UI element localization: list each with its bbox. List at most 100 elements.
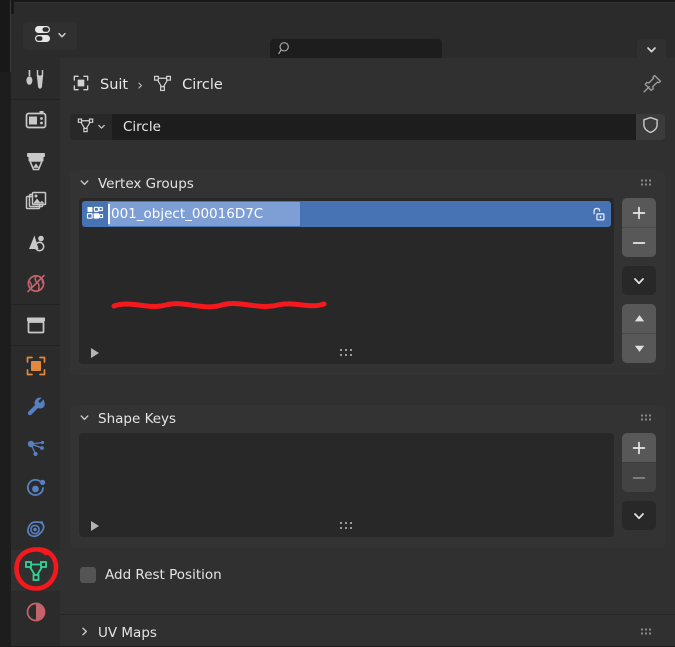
chevron-down-icon — [79, 177, 90, 192]
panel-header-shape-keys[interactable]: Shape Keys — [70, 405, 665, 433]
panel-vertex-groups: Vertex Groups 001_object_00016D7C — [70, 170, 665, 375]
search-input[interactable] — [299, 43, 429, 58]
shape-keys-side-buttons — [622, 433, 656, 537]
breadcrumb-label-mesh-data: Circle — [182, 77, 223, 93]
add-rest-position-checkbox[interactable]: Add Rest Position — [80, 567, 222, 583]
images-icon — [24, 190, 48, 214]
grip-dots-icon[interactable] — [339, 522, 354, 531]
id-datablock-row: Circle — [70, 114, 665, 140]
vertex-group-specials-button[interactable] — [622, 266, 656, 295]
scene-cone-icon — [24, 231, 48, 255]
sidebar-item-object-data[interactable] — [11, 547, 60, 591]
triangle-down-icon — [634, 345, 644, 352]
panel-title-uv-maps: UV Maps — [98, 625, 157, 641]
pin-icon — [642, 73, 663, 98]
grip-dots-icon — [641, 179, 653, 189]
shape-keys-list-area — [70, 433, 665, 548]
sidebar-item-collection[interactable] — [11, 304, 60, 345]
triangle-up-icon — [634, 315, 644, 322]
editor-type-selector[interactable] — [23, 22, 77, 50]
panel-header-uv-maps[interactable]: UV Maps — [70, 619, 665, 647]
object-square-icon — [71, 73, 91, 97]
sidebar-item-tool[interactable] — [11, 58, 60, 99]
sidebar-item-object[interactable] — [11, 345, 60, 386]
properties-tab-column — [11, 58, 60, 646]
top-editor-strip — [0, 0, 675, 15]
mesh-name-value: Circle — [123, 119, 161, 135]
camera-back-icon — [24, 108, 48, 132]
chevron-down-icon — [634, 277, 644, 284]
vertex-group-name: 001_object_00016D7C — [111, 206, 264, 222]
panel-header-vertex-groups[interactable]: Vertex Groups — [70, 170, 665, 198]
add-vertex-group-button[interactable] — [622, 198, 656, 227]
particles-icon — [24, 436, 48, 460]
minus-icon — [632, 476, 646, 479]
tool-icon — [24, 67, 48, 91]
grip-dots-icon[interactable] — [339, 349, 354, 358]
shape-key-specials-button[interactable] — [622, 501, 656, 530]
browse-mesh-data-button[interactable] — [70, 114, 113, 140]
add-shape-key-button[interactable] — [622, 433, 656, 462]
vertex-groups-list[interactable]: 001_object_00016D7C — [79, 198, 614, 364]
checkbox-label: Add Rest Position — [105, 567, 222, 583]
button-gap — [622, 295, 656, 304]
box-icon — [24, 313, 48, 337]
sidebar-item-world[interactable] — [11, 263, 60, 304]
vertex-group-lock-toggle[interactable] — [583, 206, 611, 223]
move-vertex-group-up-button[interactable] — [622, 304, 656, 333]
sidebar-item-constraints[interactable] — [11, 509, 60, 550]
checkbox-box — [80, 567, 96, 583]
button-gap — [622, 492, 656, 501]
sidebar-item-particles[interactable] — [11, 427, 60, 468]
chevron-right-icon — [79, 626, 90, 641]
sidebar-item-physics[interactable] — [11, 468, 60, 509]
shape-keys-list-footer — [79, 515, 614, 537]
properties-editor-icon — [34, 24, 56, 48]
breadcrumb-item-object[interactable]: Suit — [71, 73, 128, 97]
breadcrumb-item-mesh-data[interactable]: Circle — [152, 73, 223, 98]
properties-body: Suit › Circle Circle Vertex Groups 001_o… — [60, 58, 675, 646]
breadcrumb-label-object: Suit — [100, 77, 129, 93]
shape-keys-list[interactable] — [79, 433, 614, 537]
chevron-down-icon — [57, 29, 67, 44]
group-vertex-icon — [82, 205, 108, 223]
breadcrumb: Suit › Circle — [60, 58, 675, 112]
panel-divider — [60, 614, 675, 615]
button-gap — [622, 257, 656, 266]
sidebar-item-view-layer[interactable] — [11, 181, 60, 222]
shield-icon — [642, 116, 659, 138]
pin-id-button[interactable] — [639, 72, 665, 98]
unlocked-icon — [592, 207, 605, 221]
material-sphere-icon — [24, 600, 48, 624]
remove-vertex-group-button[interactable] — [622, 227, 656, 257]
fake-user-toggle[interactable] — [636, 114, 665, 140]
filter-triangle-icon[interactable] — [91, 348, 99, 358]
plus-icon — [632, 441, 646, 454]
sidebar-item-material[interactable] — [11, 591, 60, 632]
panel-title-shape-keys: Shape Keys — [98, 411, 177, 427]
grip-dots-icon — [641, 414, 653, 424]
sidebar-item-scene[interactable] — [11, 222, 60, 263]
chevron-down-icon — [97, 120, 106, 135]
sidebar-item-render[interactable] — [11, 99, 60, 140]
sidebar-item-modifiers[interactable] — [11, 386, 60, 427]
move-vertex-group-down-button[interactable] — [622, 333, 656, 363]
panel-title-vertex-groups: Vertex Groups — [98, 176, 194, 192]
chevron-down-icon — [79, 412, 90, 427]
sidebar-item-output[interactable] — [11, 140, 60, 181]
object-square-icon — [24, 354, 48, 378]
remove-shape-key-button[interactable] — [622, 462, 656, 492]
mesh-name-field[interactable]: Circle — [113, 114, 636, 140]
panel-uv-maps: UV Maps — [70, 619, 665, 647]
vertex-group-name-edit[interactable]: 001_object_00016D7C — [108, 201, 583, 227]
mesh-data-icon — [23, 558, 49, 584]
filter-triangle-icon[interactable] — [91, 521, 99, 531]
chevron-down-icon — [645, 43, 658, 60]
vertex-group-row[interactable]: 001_object_00016D7C — [82, 201, 611, 227]
panel-shape-keys: Shape Keys Add Rest Position — [70, 405, 665, 583]
world-globe-icon — [24, 272, 48, 296]
minus-icon — [632, 241, 646, 244]
editor-header — [11, 14, 675, 63]
vertex-groups-side-buttons — [622, 198, 656, 364]
constraint-icon — [24, 518, 48, 542]
